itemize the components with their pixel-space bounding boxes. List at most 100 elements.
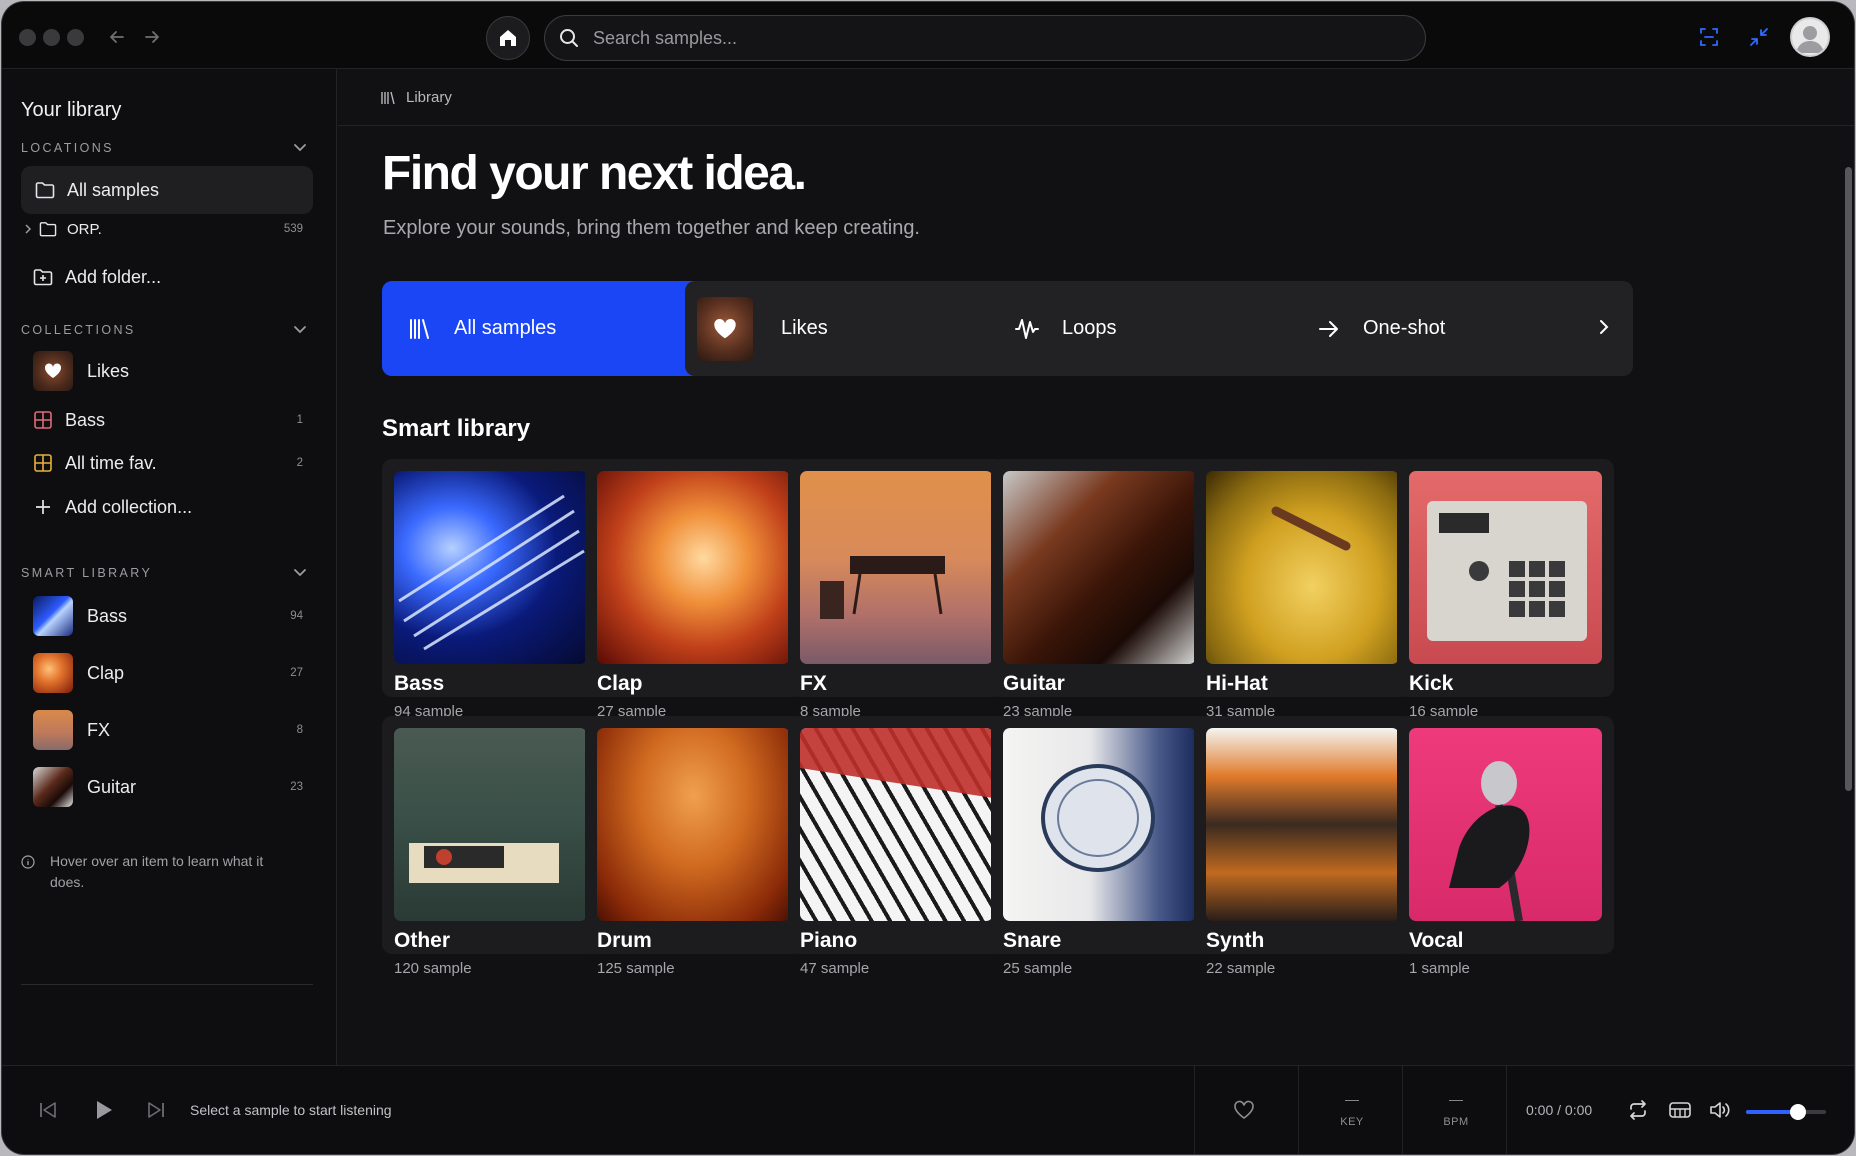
smart-tile-fx[interactable]: FX 8 sample bbox=[788, 459, 1005, 720]
tile-name: Snare bbox=[1003, 929, 1062, 952]
title-bar bbox=[2, 2, 1854, 69]
bass-image bbox=[394, 471, 587, 664]
search-bar[interactable] bbox=[544, 15, 1426, 61]
previous-track-icon[interactable] bbox=[34, 1096, 62, 1124]
main-content: Library Find your next idea. Explore you… bbox=[338, 69, 1854, 1065]
piano-keyboard-icon[interactable] bbox=[1666, 1096, 1694, 1124]
likes-thumbnail bbox=[33, 351, 73, 391]
volume-handle[interactable] bbox=[1790, 1104, 1806, 1120]
sidebar-item-clap[interactable]: Clap 27 bbox=[21, 647, 313, 699]
tile-name: Vocal bbox=[1409, 929, 1464, 952]
quick-link-loops[interactable]: Loops bbox=[988, 281, 1330, 376]
home-button[interactable] bbox=[486, 16, 530, 60]
sidebar-item-label: All time fav. bbox=[65, 452, 157, 473]
smart-tile-clap[interactable]: Clap 27 sample bbox=[585, 459, 802, 720]
minimize-window-button[interactable] bbox=[43, 29, 60, 46]
player-bar: Select a sample to start listening — KEY… bbox=[2, 1065, 1854, 1154]
close-window-button[interactable] bbox=[19, 29, 36, 46]
quick-link-all-samples[interactable]: All samples bbox=[382, 281, 724, 376]
chevron-down-icon[interactable] bbox=[292, 139, 308, 155]
sidebar-item-guitar[interactable]: Guitar 23 bbox=[21, 761, 313, 813]
grid-icon bbox=[34, 411, 52, 429]
item-count: 27 bbox=[290, 667, 303, 679]
smart-tile-vocal[interactable]: Vocal 1 sample bbox=[1397, 716, 1614, 977]
scrollbar[interactable] bbox=[1845, 167, 1852, 791]
sidebar-item-all-time-fav[interactable]: All time fav. 2 bbox=[21, 439, 313, 487]
sidebar-item-label: ORP. bbox=[67, 220, 102, 238]
item-count: 94 bbox=[290, 610, 303, 622]
sidebar-item-label: Add folder... bbox=[65, 266, 162, 287]
next-track-icon[interactable] bbox=[142, 1096, 170, 1124]
library-title: Your library bbox=[21, 99, 122, 121]
synth-image bbox=[1206, 728, 1399, 921]
scan-icon[interactable] bbox=[1696, 24, 1722, 50]
clap-thumbnail bbox=[33, 653, 73, 693]
bpm-label: BPM bbox=[1443, 1116, 1469, 1128]
page-title: Find your next idea. bbox=[382, 147, 807, 200]
tile-count: 120 sample bbox=[394, 960, 472, 977]
user-icon bbox=[1796, 26, 1824, 53]
item-count: 2 bbox=[296, 457, 303, 469]
chevron-right-icon[interactable] bbox=[23, 223, 33, 235]
guitar-image bbox=[1003, 471, 1196, 664]
chevron-down-icon[interactable] bbox=[292, 564, 308, 580]
tile-name: Guitar bbox=[1003, 672, 1065, 695]
hi-hat-image bbox=[1206, 471, 1399, 664]
item-count: 1 bbox=[296, 414, 303, 426]
volume-icon[interactable] bbox=[1706, 1096, 1734, 1124]
search-icon bbox=[560, 29, 578, 47]
back-arrow-icon[interactable] bbox=[102, 22, 132, 52]
key-label: KEY bbox=[1340, 1116, 1364, 1128]
clap-image bbox=[597, 471, 790, 664]
quick-link-one-shot[interactable]: One-shot bbox=[1291, 281, 1633, 376]
divider bbox=[1194, 1066, 1195, 1154]
heart-icon bbox=[714, 318, 736, 338]
guitar-thumbnail bbox=[33, 767, 73, 807]
other-image bbox=[394, 728, 587, 921]
like-heart-icon[interactable] bbox=[1230, 1096, 1258, 1124]
library-icon bbox=[381, 91, 395, 104]
sidebar-item-all-samples[interactable]: All samples bbox=[21, 166, 313, 214]
hint-text: Hover over an item to learn what it does… bbox=[50, 853, 264, 890]
smart-tile-drum[interactable]: Drum 125 sample bbox=[585, 716, 802, 977]
divider bbox=[1506, 1066, 1507, 1154]
user-avatar[interactable] bbox=[1790, 17, 1830, 57]
add-collection-button[interactable]: Add collection... bbox=[21, 483, 313, 531]
smart-tile-piano[interactable]: Piano 47 sample bbox=[788, 716, 1005, 977]
kick-image bbox=[1409, 471, 1602, 664]
collections-heading: COLLECTIONS bbox=[21, 323, 136, 337]
sidebar-item-bass[interactable]: Bass 94 bbox=[21, 590, 313, 642]
forward-arrow-icon[interactable] bbox=[137, 22, 167, 52]
quick-link-likes[interactable]: Likes bbox=[685, 281, 1027, 376]
smart-tile-kick[interactable]: Kick 16 sample bbox=[1397, 459, 1614, 720]
smart-tile-hi-hat[interactable]: Hi-Hat 31 sample bbox=[1194, 459, 1411, 720]
zoom-window-button[interactable] bbox=[67, 29, 84, 46]
chevron-down-icon[interactable] bbox=[292, 321, 308, 337]
page-subtitle: Explore your sounds, bring them together… bbox=[383, 217, 920, 239]
smart-tile-other[interactable]: Other 120 sample bbox=[382, 716, 599, 977]
sidebar-item-likes[interactable]: Likes bbox=[21, 347, 313, 395]
app-window: Your library LOCATIONS All samples ORP. … bbox=[2, 2, 1854, 1154]
tile-count: 1 sample bbox=[1409, 960, 1470, 977]
item-count: 8 bbox=[296, 724, 303, 736]
smart-tile-bass[interactable]: Bass 94 sample bbox=[382, 459, 599, 720]
smart-tile-snare[interactable]: Snare 25 sample bbox=[991, 716, 1208, 977]
likes-thumbnail bbox=[697, 296, 753, 361]
fx-thumbnail bbox=[33, 710, 73, 750]
sidebar-item-bass-collection[interactable]: Bass 1 bbox=[21, 396, 313, 444]
search-input[interactable] bbox=[593, 27, 1393, 49]
sidebar-item-fx[interactable]: FX 8 bbox=[21, 704, 313, 756]
smart-library-heading: SMART LIBRARY bbox=[21, 566, 153, 580]
volume-slider[interactable] bbox=[1746, 1104, 1826, 1120]
add-folder-button[interactable]: Add folder... bbox=[21, 253, 313, 301]
smart-tile-guitar[interactable]: Guitar 23 sample bbox=[991, 459, 1208, 720]
repeat-icon[interactable] bbox=[1624, 1096, 1652, 1124]
chevron-right-icon bbox=[1600, 320, 1609, 334]
fx-image bbox=[800, 471, 993, 664]
play-icon[interactable] bbox=[90, 1096, 118, 1124]
sidebar-item-orp[interactable]: ORP. 539 bbox=[21, 209, 313, 249]
smart-tile-synth[interactable]: Synth 22 sample bbox=[1194, 716, 1411, 977]
breadcrumb[interactable]: Library bbox=[380, 89, 452, 106]
collapse-icon[interactable] bbox=[1746, 24, 1772, 50]
sidebar-item-label: Bass bbox=[87, 605, 128, 626]
